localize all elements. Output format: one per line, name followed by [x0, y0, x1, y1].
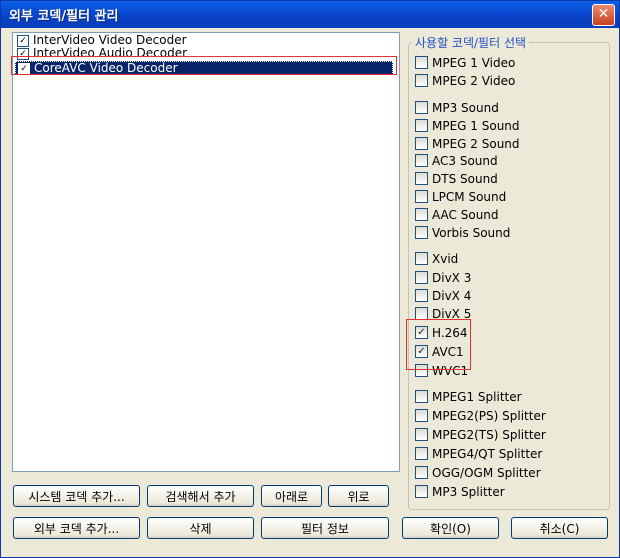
list-item-checkbox[interactable]: ✓ [18, 63, 30, 75]
codec-option-checkbox[interactable] [415, 271, 428, 284]
codec-option-label: DTS Sound [432, 172, 498, 186]
codec-manager-window: 외부 코덱/필터 관리 ✕ ✓ InterVideo Video Decoder… [0, 0, 620, 558]
codec-option-label: DivX 4 [432, 289, 472, 303]
codec-option-label: MPEG2(TS) Splitter [432, 428, 546, 442]
codec-option-label: AVC1 [432, 345, 464, 359]
window-title: 외부 코덱/필터 관리 [9, 9, 119, 24]
codec-option-label: Vorbis Sound [432, 226, 511, 240]
add-external-codec-button[interactable]: 외부 코덱 추가... [13, 517, 140, 539]
codec-option-checkbox[interactable] [415, 428, 428, 441]
codec-option-label: H.264 [432, 326, 468, 340]
codec-option-label: MPEG 2 Sound [432, 137, 520, 151]
add-system-codec-button[interactable]: 시스템 코덱 추가... [13, 485, 140, 507]
codec-option-checkbox[interactable] [415, 119, 428, 132]
codec-option-checkbox[interactable] [415, 56, 428, 69]
codec-option-label: MPEG 2 Video [432, 74, 516, 88]
codec-group-title: 사용할 코덱/필터 선택 [412, 34, 530, 51]
codec-option-checkbox[interactable] [415, 447, 428, 460]
codec-option-label: WVC1 [432, 364, 469, 378]
codec-option-checkbox[interactable] [415, 154, 428, 167]
codec-option-checkbox[interactable] [415, 466, 428, 479]
close-button[interactable]: ✕ [592, 4, 615, 26]
codec-option-label: MPEG4/QT Splitter [432, 447, 543, 461]
codec-option-label: OGG/OGM Splitter [432, 466, 541, 480]
dialog-body: ✓ InterVideo Video Decoder ✓ InterVideo … [4, 28, 616, 554]
list-item-checkbox[interactable]: ✓ [17, 35, 29, 47]
list-item-selected[interactable]: ✓ CoreAVC Video Decoder [15, 61, 393, 75]
move-down-button[interactable]: 아래로 [261, 485, 322, 507]
filter-list[interactable]: ✓ InterVideo Video Decoder ✓ InterVideo … [12, 32, 400, 472]
codec-option-label: MPEG1 Splitter [432, 390, 522, 404]
codec-option-checkbox[interactable]: ✓ [415, 326, 428, 339]
codec-option-checkbox[interactable] [415, 485, 428, 498]
codec-option-checkbox[interactable]: ✓ [415, 345, 428, 358]
codec-option-label: MPEG2(PS) Splitter [432, 409, 546, 423]
codec-option-label: LPCM Sound [432, 190, 507, 204]
codec-option-label: MP3 Sound [432, 101, 499, 115]
codec-option-checkbox[interactable] [415, 190, 428, 203]
codec-option-checkbox[interactable] [415, 289, 428, 302]
codec-option-checkbox[interactable] [415, 409, 428, 422]
codec-option-checkbox[interactable] [415, 364, 428, 377]
codec-option-checkbox[interactable] [415, 137, 428, 150]
delete-button[interactable]: 삭제 [147, 517, 254, 539]
title-bar[interactable]: 외부 코덱/필터 관리 ✕ [1, 1, 619, 28]
codec-option-label: MPEG 1 Video [432, 56, 516, 70]
move-up-button[interactable]: 위로 [328, 485, 389, 507]
list-item[interactable]: ✓ InterVideo Audio Decoder [15, 47, 393, 61]
codec-option-label: MP3 Splitter [432, 485, 505, 499]
codec-option-checkbox[interactable] [415, 252, 428, 265]
codec-option-checkbox[interactable] [415, 101, 428, 114]
list-item-label: InterVideo Audio Decoder [33, 46, 188, 60]
codec-option-label: AAC Sound [432, 208, 499, 222]
codec-option-label: AC3 Sound [432, 154, 498, 168]
codec-option-checkbox[interactable] [415, 226, 428, 239]
codec-option-checkbox[interactable] [415, 74, 428, 87]
codec-option-checkbox[interactable] [415, 172, 428, 185]
codec-option-checkbox[interactable] [415, 208, 428, 221]
codec-option-checkbox[interactable] [415, 307, 428, 320]
codec-option-label: MPEG 1 Sound [432, 119, 520, 133]
codec-option-label: DivX 3 [432, 271, 472, 285]
list-item-label: CoreAVC Video Decoder [34, 61, 178, 75]
filter-info-button[interactable]: 필터 정보 [261, 517, 389, 539]
codec-option-checkbox[interactable] [415, 390, 428, 403]
list-item-checkbox[interactable]: ✓ [17, 48, 29, 60]
ok-button[interactable]: 확인(O) [402, 517, 499, 539]
codec-option-label: DivX 5 [432, 307, 472, 321]
cancel-button[interactable]: 취소(C) [511, 517, 608, 539]
search-add-button[interactable]: 검색해서 추가 [147, 485, 254, 507]
codec-option-label: Xvid [432, 252, 459, 266]
